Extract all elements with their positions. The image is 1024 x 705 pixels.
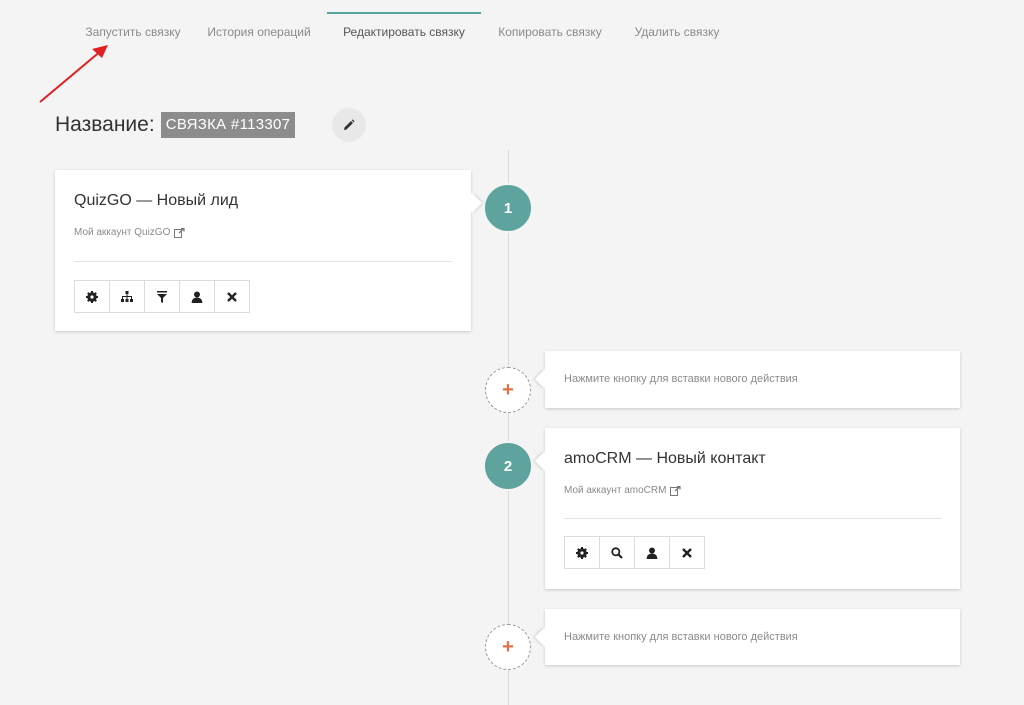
remove-button[interactable] xyxy=(215,281,249,312)
plus-icon: + xyxy=(502,636,514,658)
tab-bar: Запустить связку История операций Редакт… xyxy=(0,0,1024,60)
user-icon xyxy=(646,547,658,559)
bundle-name-badge: СВЯЗКА #113307 xyxy=(160,112,296,138)
filter-icon xyxy=(157,290,167,303)
divider xyxy=(564,518,942,519)
close-icon xyxy=(682,547,692,558)
insert-action-hint: Нажмите кнопку для вставки нового действ… xyxy=(564,631,798,643)
annotation-arrow xyxy=(39,45,108,103)
remove-button[interactable] xyxy=(670,537,704,568)
account-link[interactable]: Мой аккаунт QuizGO xyxy=(74,227,185,238)
account-label: Мой аккаунт QuizGO xyxy=(74,227,171,238)
gear-icon xyxy=(576,546,588,559)
account-link[interactable]: Мой аккаунт amoCRM xyxy=(564,485,682,496)
tab-history[interactable]: История операций xyxy=(200,14,318,50)
account-label: Мой аккаунт amoCRM xyxy=(564,485,667,496)
step-title: QuizGO — Новый лид xyxy=(74,192,239,209)
search-icon xyxy=(611,546,623,559)
divider xyxy=(74,261,452,262)
name-row: Название: СВЯЗКА #113307 xyxy=(55,110,296,140)
step-title: amoCRM — Новый контакт xyxy=(564,450,766,467)
name-label: Название: xyxy=(55,113,155,136)
insert-action-card[interactable]: Нажмите кнопку для вставки нового действ… xyxy=(545,351,960,408)
step-card-1: QuizGO — Новый лид Мой аккаунт QuizGO xyxy=(55,170,471,331)
gear-icon xyxy=(86,290,98,303)
step-number-2: 2 xyxy=(483,441,533,491)
step-toolbar xyxy=(74,280,250,313)
tab-delete[interactable]: Удалить связку xyxy=(624,14,730,50)
add-action-button[interactable]: + xyxy=(485,624,531,670)
external-link-icon xyxy=(174,227,185,238)
add-action-button[interactable]: + xyxy=(485,367,531,413)
insert-action-hint: Нажмите кнопку для вставки нового действ… xyxy=(564,373,798,385)
edit-name-button[interactable] xyxy=(332,108,366,142)
step-card-2: amoCRM — Новый контакт Мой аккаунт amoCR… xyxy=(545,428,960,589)
insert-action-card[interactable]: Нажмите кнопку для вставки нового действ… xyxy=(545,609,960,665)
user-icon xyxy=(191,291,203,303)
close-icon xyxy=(227,291,237,302)
external-link-icon xyxy=(670,485,682,496)
structure-button[interactable] xyxy=(110,281,145,312)
tab-copy[interactable]: Копировать связку xyxy=(488,14,612,50)
search-button[interactable] xyxy=(600,537,635,568)
timeline-line xyxy=(508,150,509,705)
step-toolbar xyxy=(564,536,705,569)
settings-button[interactable] xyxy=(75,281,110,312)
tab-edit[interactable]: Редактировать связку xyxy=(327,12,481,50)
plus-icon: + xyxy=(502,379,514,401)
filter-button[interactable] xyxy=(145,281,180,312)
settings-button[interactable] xyxy=(565,537,600,568)
step-number-1: 1 xyxy=(483,183,533,233)
user-button[interactable] xyxy=(180,281,215,312)
pencil-icon xyxy=(344,119,355,130)
user-button[interactable] xyxy=(635,537,670,568)
sitemap-icon xyxy=(121,291,133,302)
